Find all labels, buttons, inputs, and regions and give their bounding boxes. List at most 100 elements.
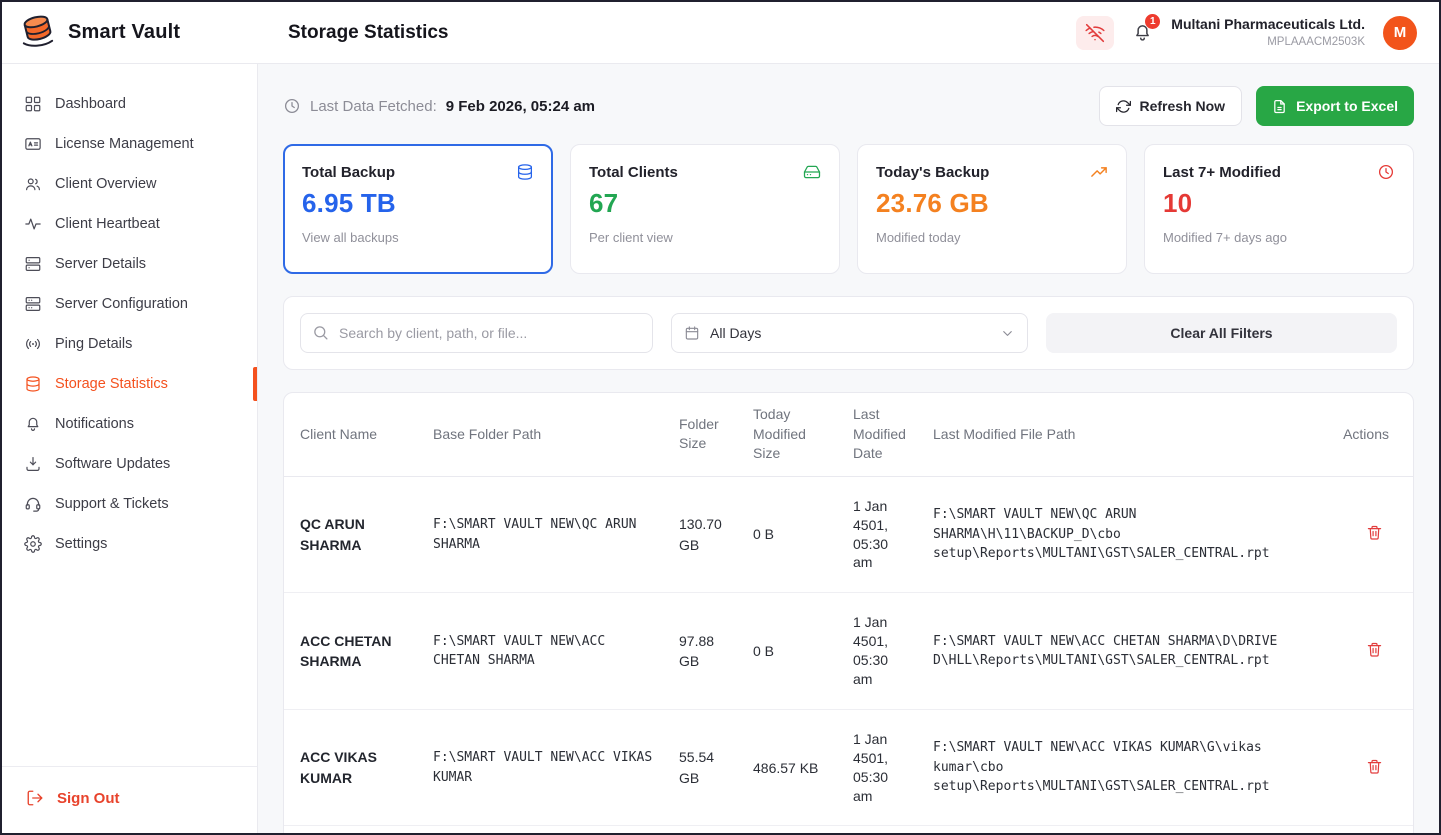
cell-folder-size: 130.70 GB	[667, 476, 741, 593]
headset-icon	[24, 495, 42, 513]
stat-card-total-backup[interactable]: Total Backup 6.95 TB View all backups	[283, 144, 553, 274]
clock-icon	[283, 97, 301, 115]
stat-card-total-clients[interactable]: Total Clients 67 Per client view	[570, 144, 840, 274]
export-to-excel-button[interactable]: Export to Excel	[1256, 86, 1414, 126]
cell-folder-size: 55.54 GB	[667, 709, 741, 826]
clients-icon	[24, 175, 42, 193]
table-header-row: Client Name Base Folder Path Folder Size…	[284, 393, 1413, 476]
stat-value: 6.95 TB	[302, 188, 534, 219]
delete-button[interactable]	[1364, 522, 1385, 543]
stat-title: Total Backup	[302, 164, 395, 181]
export-label: Export to Excel	[1296, 98, 1398, 114]
drive-icon	[803, 163, 821, 181]
top-bar: Smart Vault Storage Statistics 1 Multani…	[2, 2, 1439, 64]
sidebar-item-ping-details[interactable]: Ping Details	[2, 324, 257, 364]
col-folder-size: Folder Size	[667, 393, 741, 476]
cell-today-modified-size	[741, 826, 841, 833]
delete-button[interactable]	[1364, 756, 1385, 777]
sidebar: Dashboard License Management Client Over…	[2, 64, 258, 833]
app-window: Smart Vault Storage Statistics 1 Multani…	[0, 0, 1441, 835]
stat-subtitle: Per client view	[589, 230, 821, 245]
col-today-modified-size: Today Modified Size	[741, 393, 841, 476]
col-actions: Actions	[1321, 393, 1413, 476]
stat-card-todays-backup[interactable]: Today's Backup 23.76 GB Modified today	[857, 144, 1127, 274]
day-filter-value: All Days	[710, 325, 761, 341]
clear-all-filters-button[interactable]: Clear All Filters	[1046, 313, 1397, 353]
sign-out-icon	[26, 789, 44, 807]
trash-icon	[1366, 641, 1383, 658]
cell-last-modified-file-path: F:\SMART VAULT NEW\ACC CHETAN SHARMA\D\D…	[921, 593, 1321, 710]
sidebar-item-label: Notifications	[55, 416, 134, 432]
col-base-folder-path: Base Folder Path	[421, 393, 667, 476]
app-name: Smart Vault	[68, 21, 180, 44]
day-filter-select[interactable]: All Days	[671, 313, 1028, 353]
search-icon	[312, 324, 329, 341]
brand: Smart Vault	[2, 10, 258, 55]
sidebar-item-server-configuration[interactable]: Server Configuration	[2, 284, 257, 324]
download-icon	[24, 455, 42, 473]
cell-base-folder-path: F:\SMART VAULT NEW\ACC CHETAN SHARMA	[421, 593, 667, 710]
company-code: MPLAAACM2503K	[1171, 35, 1365, 49]
cell-client-name	[284, 826, 421, 833]
sign-out-area: Sign Out	[2, 766, 257, 833]
stat-title: Today's Backup	[876, 164, 989, 181]
sidebar-item-storage-statistics[interactable]: Storage Statistics	[2, 364, 257, 404]
table-row: QC ARUN SHARMA F:\SMART VAULT NEW\QC ARU…	[284, 476, 1413, 593]
sidebar-item-notifications[interactable]: Notifications	[2, 404, 257, 444]
company-name: Multani Pharmaceuticals Ltd.	[1171, 16, 1365, 34]
main-content: Last Data Fetched: 9 Feb 2026, 05:24 am …	[258, 64, 1439, 833]
fetch-row: Last Data Fetched: 9 Feb 2026, 05:24 am …	[283, 86, 1414, 126]
storage-table-card: Client Name Base Folder Path Folder Size…	[283, 392, 1414, 833]
sign-out-button[interactable]: Sign Out	[2, 779, 257, 817]
cell-last-modified-date: 1 Jan	[841, 826, 921, 833]
sidebar-item-license-management[interactable]: License Management	[2, 124, 257, 164]
cell-today-modified-size: 0 B	[741, 593, 841, 710]
sidebar-item-dashboard[interactable]: Dashboard	[2, 84, 257, 124]
stat-value: 67	[589, 188, 821, 219]
sidebar-item-label: Support & Tickets	[55, 496, 169, 512]
stat-cards: Total Backup 6.95 TB View all backups To…	[283, 144, 1414, 274]
cell-client-name: ACC VIKAS KUMAR	[284, 709, 421, 826]
sidebar-item-client-overview[interactable]: Client Overview	[2, 164, 257, 204]
table-row: 1 Jan	[284, 826, 1413, 833]
cell-last-modified-date: 1 Jan 4501, 05:30 am	[841, 709, 921, 826]
sidebar-item-label: License Management	[55, 136, 194, 152]
sidebar-item-server-details[interactable]: Server Details	[2, 244, 257, 284]
trend-up-icon	[1090, 163, 1108, 181]
dashboard-icon	[24, 95, 42, 113]
clock-icon	[1377, 163, 1395, 181]
stat-title: Total Clients	[589, 164, 678, 181]
sidebar-item-label: Client Overview	[55, 176, 157, 192]
notification-badge: 1	[1145, 14, 1160, 29]
last-data-fetched: Last Data Fetched: 9 Feb 2026, 05:24 am	[283, 97, 595, 115]
cell-last-modified-file-path: F:\SMART VAULT NEW\ACC VIKAS KUMAR\G\vik…	[921, 709, 1321, 826]
stat-title: Last 7+ Modified	[1163, 164, 1281, 181]
sidebar-nav: Dashboard License Management Client Over…	[2, 84, 257, 766]
sidebar-item-label: Client Heartbeat	[55, 216, 160, 232]
sidebar-item-client-heartbeat[interactable]: Client Heartbeat	[2, 204, 257, 244]
refresh-now-button[interactable]: Refresh Now	[1099, 86, 1243, 126]
sidebar-item-support-tickets[interactable]: Support & Tickets	[2, 484, 257, 524]
heartbeat-icon	[24, 215, 42, 233]
delete-button[interactable]	[1364, 639, 1385, 660]
search-input[interactable]	[300, 313, 653, 353]
chevron-down-icon	[1000, 326, 1015, 341]
notifications-bell-icon[interactable]: 1	[1132, 22, 1153, 43]
avatar[interactable]: M	[1383, 16, 1417, 50]
sidebar-item-software-updates[interactable]: Software Updates	[2, 444, 257, 484]
stat-card-last-7-modified[interactable]: Last 7+ Modified 10 Modified 7+ days ago	[1144, 144, 1414, 274]
cell-base-folder-path	[421, 826, 667, 833]
sidebar-item-label: Software Updates	[55, 456, 170, 472]
last-fetched-label: Last Data Fetched:	[310, 98, 437, 115]
search-box	[300, 313, 653, 353]
col-last-modified-date: Last Modified Date	[841, 393, 921, 476]
cell-today-modified-size: 0 B	[741, 476, 841, 593]
sidebar-item-label: Storage Statistics	[55, 376, 168, 392]
page-title: Storage Statistics	[288, 22, 449, 44]
sidebar-item-label: Server Configuration	[55, 296, 188, 312]
refresh-label: Refresh Now	[1140, 98, 1226, 114]
trash-icon	[1366, 524, 1383, 541]
connection-offline-icon[interactable]	[1076, 16, 1114, 50]
sidebar-item-settings[interactable]: Settings	[2, 524, 257, 564]
cell-last-modified-date: 1 Jan 4501, 05:30 am	[841, 593, 921, 710]
